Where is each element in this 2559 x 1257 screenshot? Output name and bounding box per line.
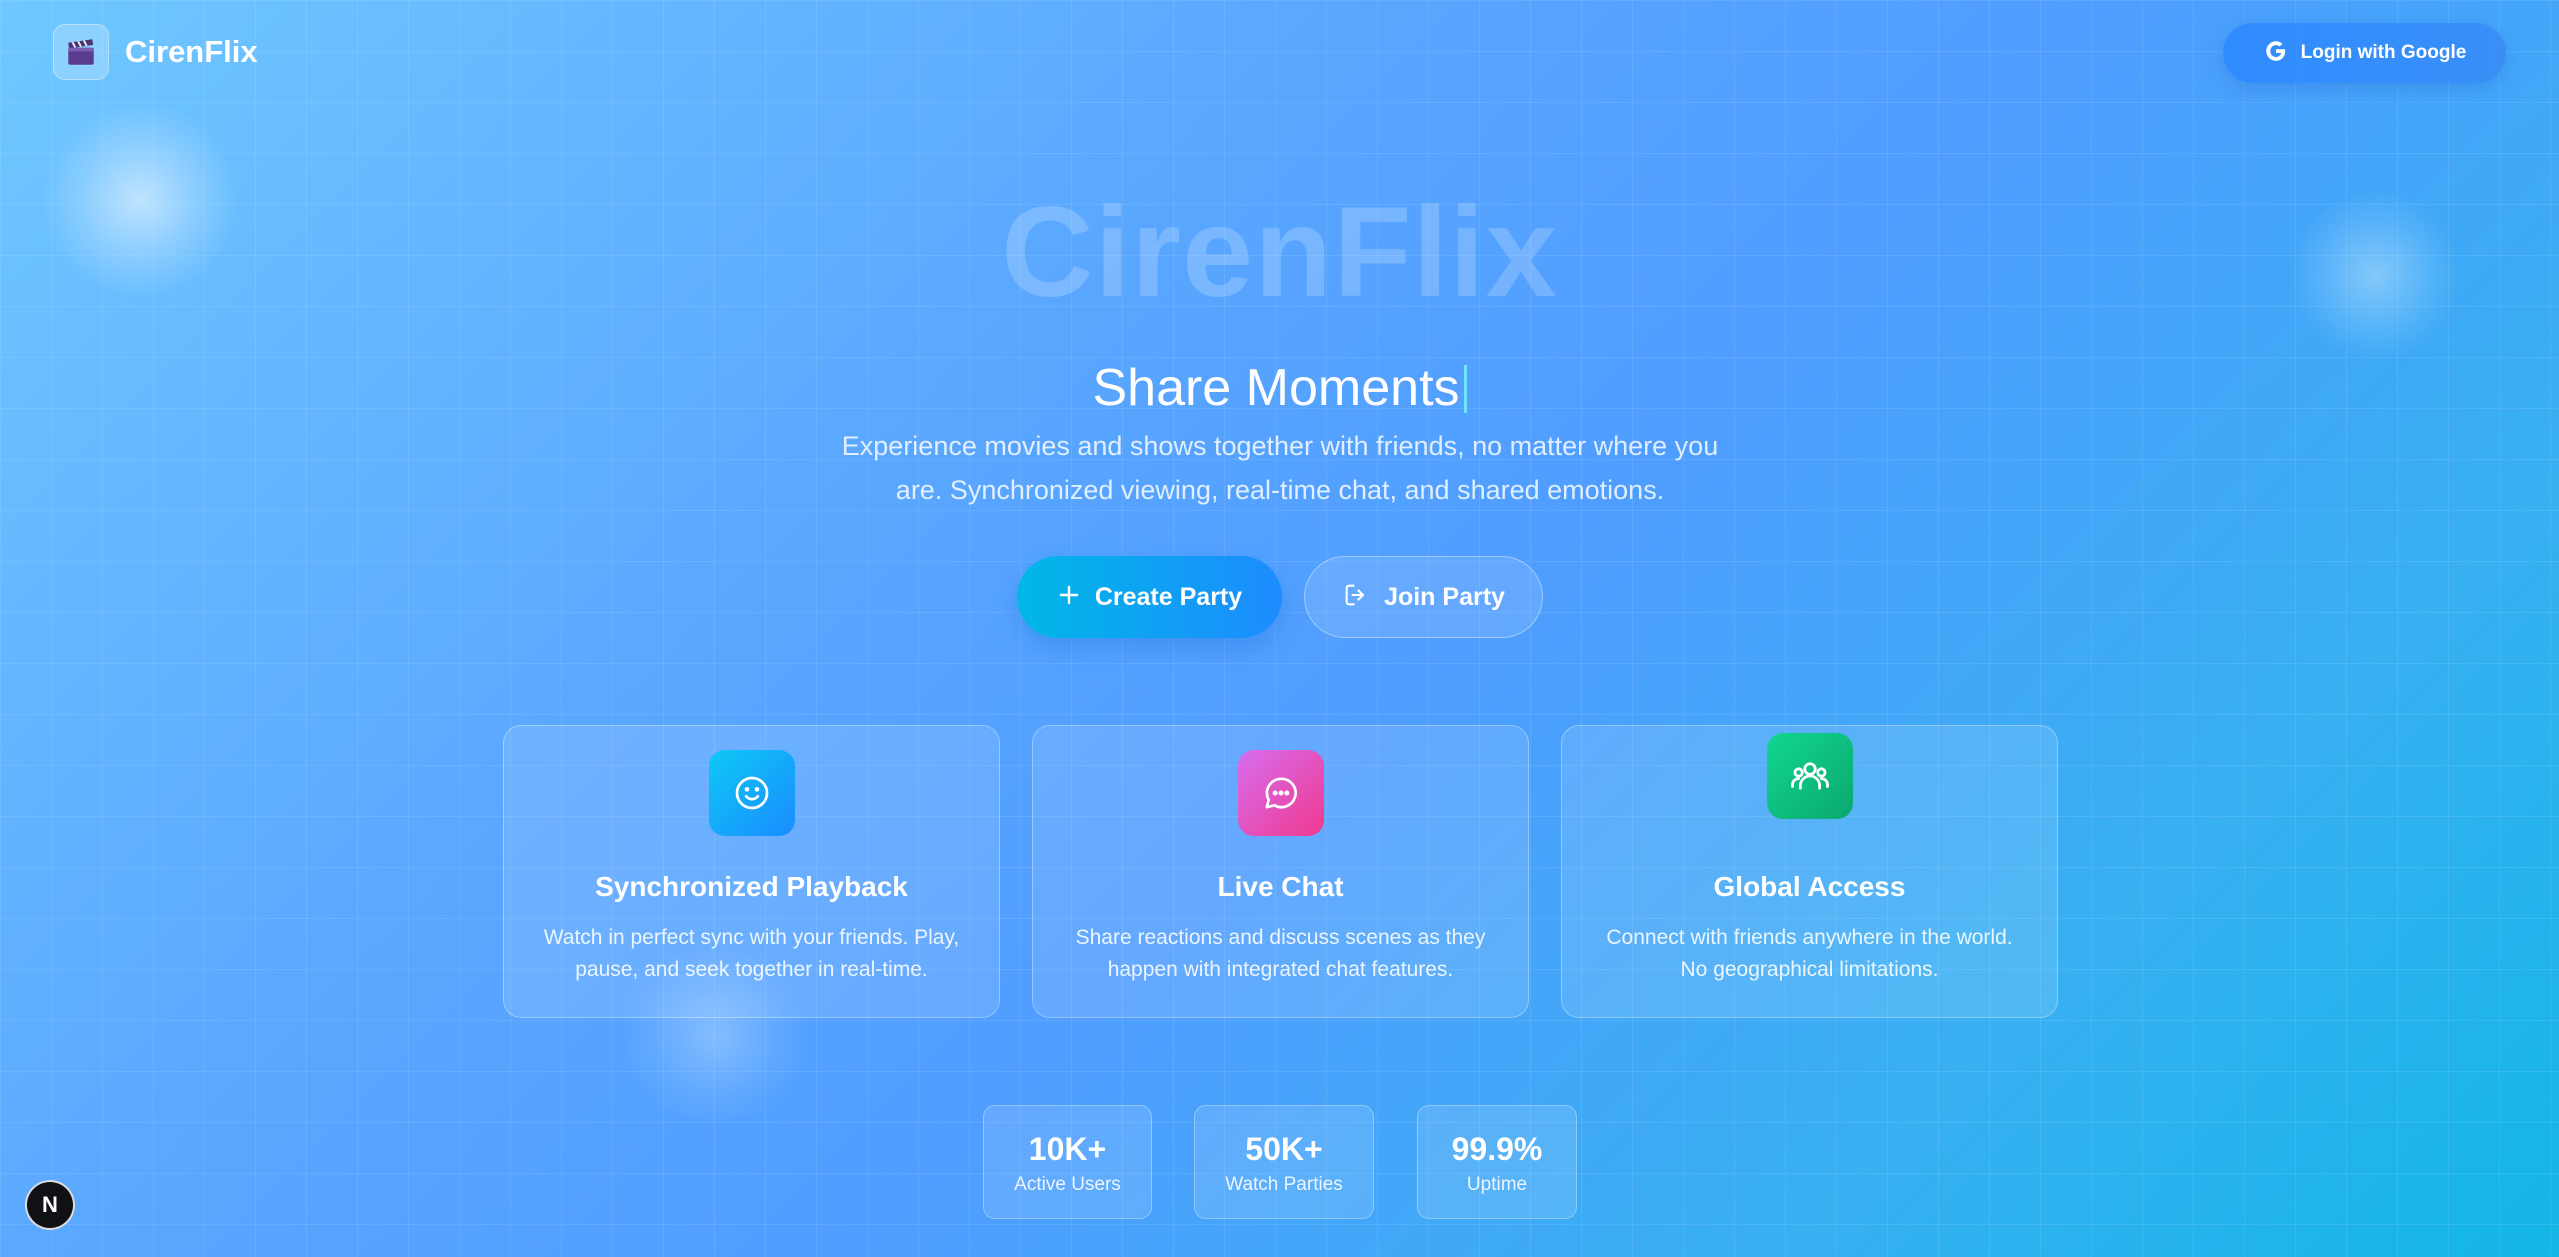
google-icon <box>2263 38 2289 69</box>
hero-description: Experience movies and shows together wit… <box>841 431 1719 505</box>
hero-title: CirenFlix <box>1001 181 1558 324</box>
clapperboard-icon <box>53 24 109 80</box>
typing-caret <box>1463 365 1467 413</box>
stat-value: 99.9% <box>1451 1131 1543 1167</box>
stat-label: Uptime <box>1466 1174 1528 1195</box>
plus-icon <box>1057 583 1081 612</box>
brand-logo[interactable]: CirenFlix <box>53 24 258 80</box>
brand-name: CirenFlix <box>125 34 258 69</box>
feature-description: Share reactions and discuss scenes as th… <box>1075 926 1486 981</box>
stat-label: Active Users <box>1014 1174 1121 1195</box>
smile-icon <box>708 750 795 836</box>
create-party-label: Create Party <box>1094 582 1243 611</box>
stat-uptime: 99.9% Uptime <box>1417 1105 1577 1219</box>
feature-title: Live Chat <box>1217 871 1344 902</box>
stat-value: 50K+ <box>1245 1131 1323 1167</box>
log-in-icon <box>1342 581 1370 614</box>
login-with-google-button[interactable]: Login with Google <box>2223 23 2506 83</box>
stat-value: 10K+ <box>1028 1131 1107 1167</box>
dev-tools-badge[interactable]: N <box>25 1180 75 1230</box>
hero-tagline: Share Moments <box>0 356 2559 420</box>
feature-card-sync: Synchronized Playback Watch in perfect s… <box>503 725 1000 1018</box>
stat-label: Watch Parties <box>1225 1174 1343 1195</box>
feature-card-global: Global Access Connect with friends anywh… <box>1561 725 2058 1018</box>
users-icon <box>1766 733 1853 819</box>
feature-description: Watch in perfect sync with your friends.… <box>543 926 960 981</box>
join-party-label: Join Party <box>1384 582 1505 611</box>
stat-watch-parties: 50K+ Watch Parties <box>1194 1105 1374 1219</box>
chat-bubble-icon <box>1237 750 1324 836</box>
login-button-label: Login with Google <box>2300 42 2467 63</box>
feature-title: Synchronized Playback <box>595 871 908 902</box>
feature-card-chat: Live Chat Share reactions and discuss sc… <box>1032 725 1529 1018</box>
join-party-button[interactable]: Join Party <box>1304 556 1543 638</box>
feature-title: Global Access <box>1713 871 1906 902</box>
tagline-text: Share Moments <box>1092 359 1460 417</box>
feature-description: Connect with friends anywhere in the wor… <box>1606 926 2013 981</box>
create-party-button[interactable]: Create Party <box>1017 556 1282 638</box>
stat-active-users: 10K+ Active Users <box>983 1105 1152 1219</box>
